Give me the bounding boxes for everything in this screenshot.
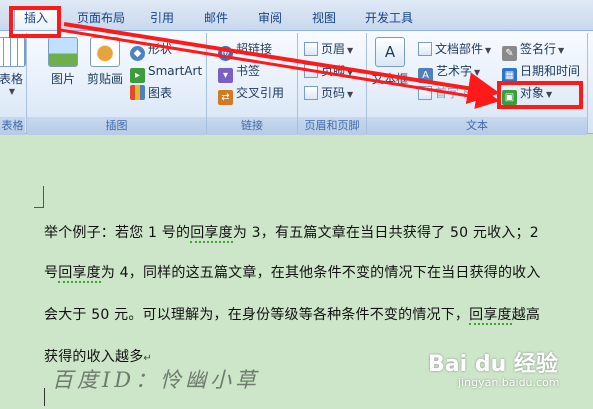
annotation-arrows [59, 22, 500, 109]
arrow-line [59, 28, 500, 109]
arrow-line [63, 22, 500, 105]
